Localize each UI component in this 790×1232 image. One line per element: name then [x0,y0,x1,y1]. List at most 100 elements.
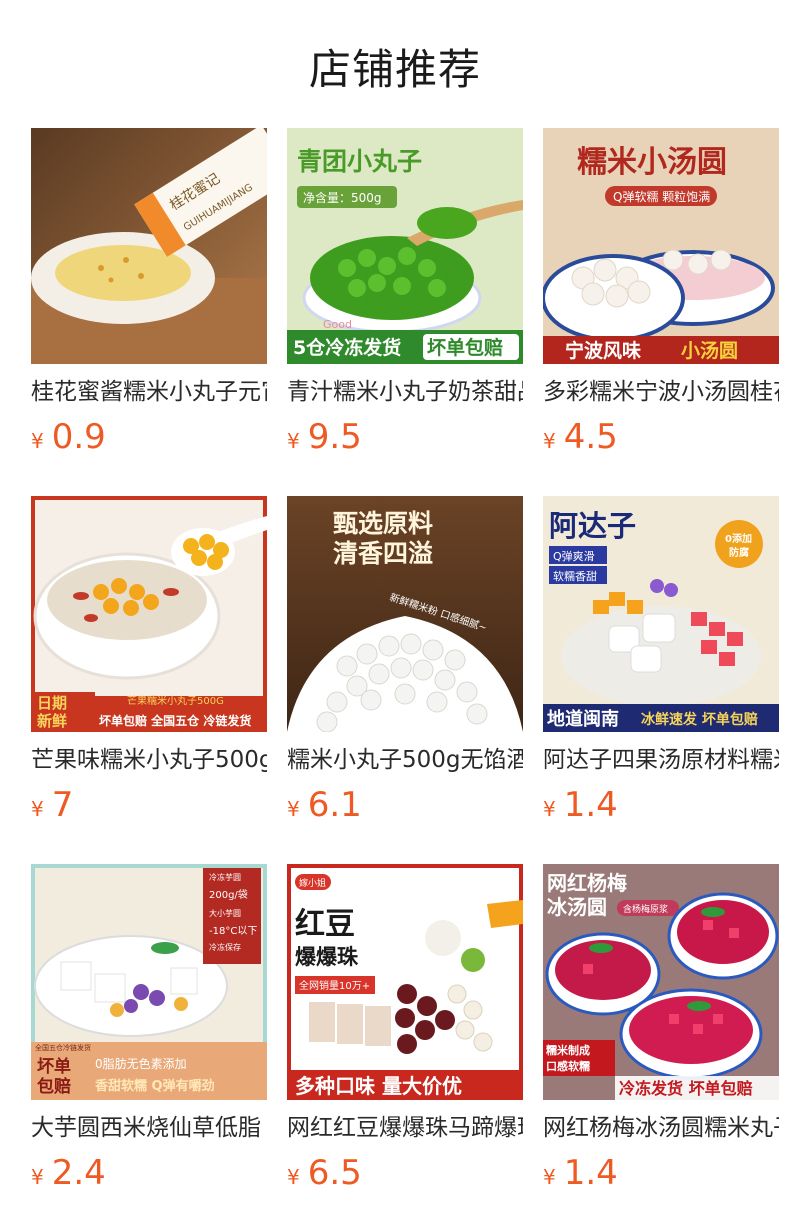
product-image[interactable]: 冷冻芋圆 200g/袋 大小芋圆 -18°C以下 冷冻保存 全国五仓冷链发货 坏… [31,864,267,1100]
product-image[interactable]: 桂花蜜记 GUIHUAMIJIANG [31,128,267,364]
bar-highlight: 小汤圆 [681,339,738,362]
image-tag-1: Q弹爽滑 [553,549,595,563]
bowl-text: Good [323,318,352,331]
currency-symbol: ¥ [31,1165,44,1189]
product-price: ¥6.1 [287,785,523,825]
price-value: 7 [51,785,74,825]
product-name[interactable]: 大芋圆西米烧仙草低脂 [31,1113,267,1143]
product-name[interactable]: 阿达子四果汤原材料糯米 [543,745,779,775]
weight-text: 净含量：500g [303,190,382,205]
badge-1: 坏单 [37,1056,71,1077]
seal-1: 0添加 [725,532,752,545]
product-price: ¥1.4 [543,1153,779,1193]
price-value: 6.5 [307,1153,362,1193]
currency-symbol: ¥ [31,429,44,453]
image-tag: 含杨梅原浆 [623,903,668,915]
image-title-1: 红豆 [295,907,355,942]
product-price: ¥1.4 [543,785,779,825]
image-line-2: 香甜软糯 Q弹有嚼劲 [94,1078,215,1094]
image-title: 糯米小汤圆 [577,145,727,180]
currency-symbol: ¥ [287,429,300,453]
image-tag: Q弹软糯 颗粒饱满 [613,189,710,204]
currency-symbol: ¥ [287,797,300,821]
product-image[interactable]: 甄选原料 清香四溢 新鲜糯米粉 口感细腻~ [287,496,523,732]
product-price: ¥2.4 [31,1153,267,1193]
currency-symbol: ¥ [543,797,556,821]
product-price: ¥6.5 [287,1153,523,1193]
product-name[interactable]: 网红红豆爆爆珠马蹄爆珠 [287,1113,523,1143]
badge-2: 新鲜 [37,712,67,730]
product-price: ¥9.5 [287,417,523,457]
product-name[interactable]: 多彩糯米宁波小汤圆桂花 [543,377,779,407]
image-label-2: 200g/袋 [209,888,248,901]
product-grid: 桂花蜜记 GUIHUAMIJIANG 桂花蜜酱糯米小丸子元宵 ¥0.9 青团小丸… [31,128,779,1232]
product-card[interactable]: 嫁小姐 红豆 爆爆珠 全网销量10万+ 多种口味 量大价优 网红红豆爆爆珠马蹄爆… [287,864,523,1232]
currency-symbol: ¥ [543,429,556,453]
image-line-2: 清香四溢 [333,539,433,568]
store-recommend-page: 店铺推荐 桂花蜜记 GUIHUAMIJIANG 桂花蜜酱糯米小丸子元宵 ¥ 0.… [0,0,790,1232]
product-image[interactable]: 日期 新鲜 芒果糯米小丸子500G 坏单包赔 全国五仓 冷链发货 [31,496,267,732]
product-card[interactable]: 糯米小汤圆 Q弹软糯 颗粒饱满 宁波风味 小汤圆 多彩糯米宁波小汤圆桂花 ¥ 4… [543,128,779,496]
image-line-1: 甄选原料 [333,509,433,538]
product-card[interactable]: 网红杨梅 冰汤圆 含杨梅原浆 糯米制成 口感软糯 冷冻发货 坏单包赔 网红杨梅冰… [543,864,779,1232]
product-card[interactable]: 冷冻芋圆 200g/袋 大小芋圆 -18°C以下 冷冻保存 全国五仓冷链发货 坏… [31,864,267,1232]
price-value: 1.4 [563,785,618,825]
product-card[interactable]: 甄选原料 清香四溢 新鲜糯米粉 口感细腻~ 糯米小丸子500g无馅酒酿 [287,496,523,864]
bar-text: 冷冻发货 坏单包赔 [619,1079,753,1098]
seal-2: 防腐 [729,546,749,559]
product-name[interactable]: 网红杨梅冰汤圆糯米丸子 [543,1113,779,1143]
image-title-2: 爆爆珠 [295,945,359,969]
image-label-5: 冷冻保存 [209,942,241,952]
badge-1: 日期 [37,694,67,712]
image-title-1: 网红杨梅 [547,871,627,895]
price-value: 1.4 [563,1153,618,1193]
product-card[interactable]: 阿达子 Q弹爽滑 软糯香甜 0添加 防腐 地道闽南 冰鲜速发 坏单包赔 阿达子四… [543,496,779,864]
product-image[interactable]: 糯米小汤圆 Q弹软糯 颗粒饱满 宁波风味 小汤圆 [543,128,779,364]
price-value: 2.4 [51,1153,106,1193]
image-title: 阿达子 [549,509,636,543]
page-title: 店铺推荐 [308,45,481,94]
image-title-2: 冰汤圆 [547,895,607,919]
image-line-1: 0脂肪无色素添加 [95,1056,187,1071]
product-image[interactable]: 阿达子 Q弹爽滑 软糯香甜 0添加 防腐 地道闽南 冰鲜速发 坏单包赔 [543,496,779,732]
price-value: 0.9 [51,417,106,457]
product-image[interactable]: 网红杨梅 冰汤圆 含杨梅原浆 糯米制成 口感软糯 冷冻发货 坏单包赔 [543,864,779,1100]
image-label-4: -18°C以下 [209,926,257,937]
bar-left: 5仓冷冻发货 [293,336,401,359]
image-note-1: 糯米制成 [546,1043,590,1057]
bar-right: 冰鲜速发 坏单包赔 [641,711,758,728]
image-note-2: 口感软糯 [546,1059,590,1073]
product-card[interactable]: 日期 新鲜 芒果糯米小丸子500G 坏单包赔 全国五仓 冷链发货 芒果味糯米小丸… [31,496,267,864]
product-image[interactable]: 青团小丸子 净含量：500g Good 5仓冷冻发货 坏单包赔 [287,128,523,364]
product-price: ¥4.5 [543,417,779,457]
price-value: 6.1 [307,785,362,825]
image-strip: 芒果糯米小丸子500G [127,694,224,707]
bar-text: 宁波风味 [565,339,641,362]
product-card[interactable]: 青团小丸子 净含量：500g Good 5仓冷冻发货 坏单包赔 青汁糯米小丸子奶… [287,128,523,496]
product-name[interactable]: 糯米小丸子500g无馅酒酿 [287,745,523,775]
bar-text: 多种口味 量大价优 [295,1074,462,1098]
sales-text: 全网销量10万+ [299,979,370,992]
image-small-text: 全国五仓冷链发货 [35,1043,91,1052]
currency-symbol: ¥ [31,797,44,821]
badge-2: 包赔 [37,1076,71,1097]
currency-symbol: ¥ [287,1165,300,1189]
product-price: ¥7 [31,785,267,825]
product-name[interactable]: 芒果味糯米小丸子500g [31,745,267,775]
price-value: 4.5 [563,417,618,457]
product-card[interactable]: 桂花蜜记 GUIHUAMIJIANG 桂花蜜酱糯米小丸子元宵 ¥0.9 [31,128,267,496]
bar-text: 坏单包赔 全国五仓 冷链发货 [99,713,251,728]
product-image[interactable]: 嫁小姐 红豆 爆爆珠 全网销量10万+ 多种口味 量大价优 [287,864,523,1100]
image-tag-2: 软糯香甜 [553,569,597,583]
currency-symbol: ¥ [543,1165,556,1189]
product-name[interactable]: 桂花蜜酱糯米小丸子元宵 [31,377,267,407]
image-label-1: 冷冻芋圆 [209,872,241,882]
price-value: 9.5 [307,417,362,457]
bar-right: 坏单包赔 [427,336,503,359]
image-label-3: 大小芋圆 [209,908,241,918]
bar-left: 地道闽南 [547,708,619,730]
product-price: ¥0.9 [31,417,267,457]
image-title: 青团小丸子 [297,147,422,176]
product-name[interactable]: 青汁糯米小丸子奶茶甜品 [287,377,523,407]
brand-text: 嫁小姐 [299,877,326,889]
